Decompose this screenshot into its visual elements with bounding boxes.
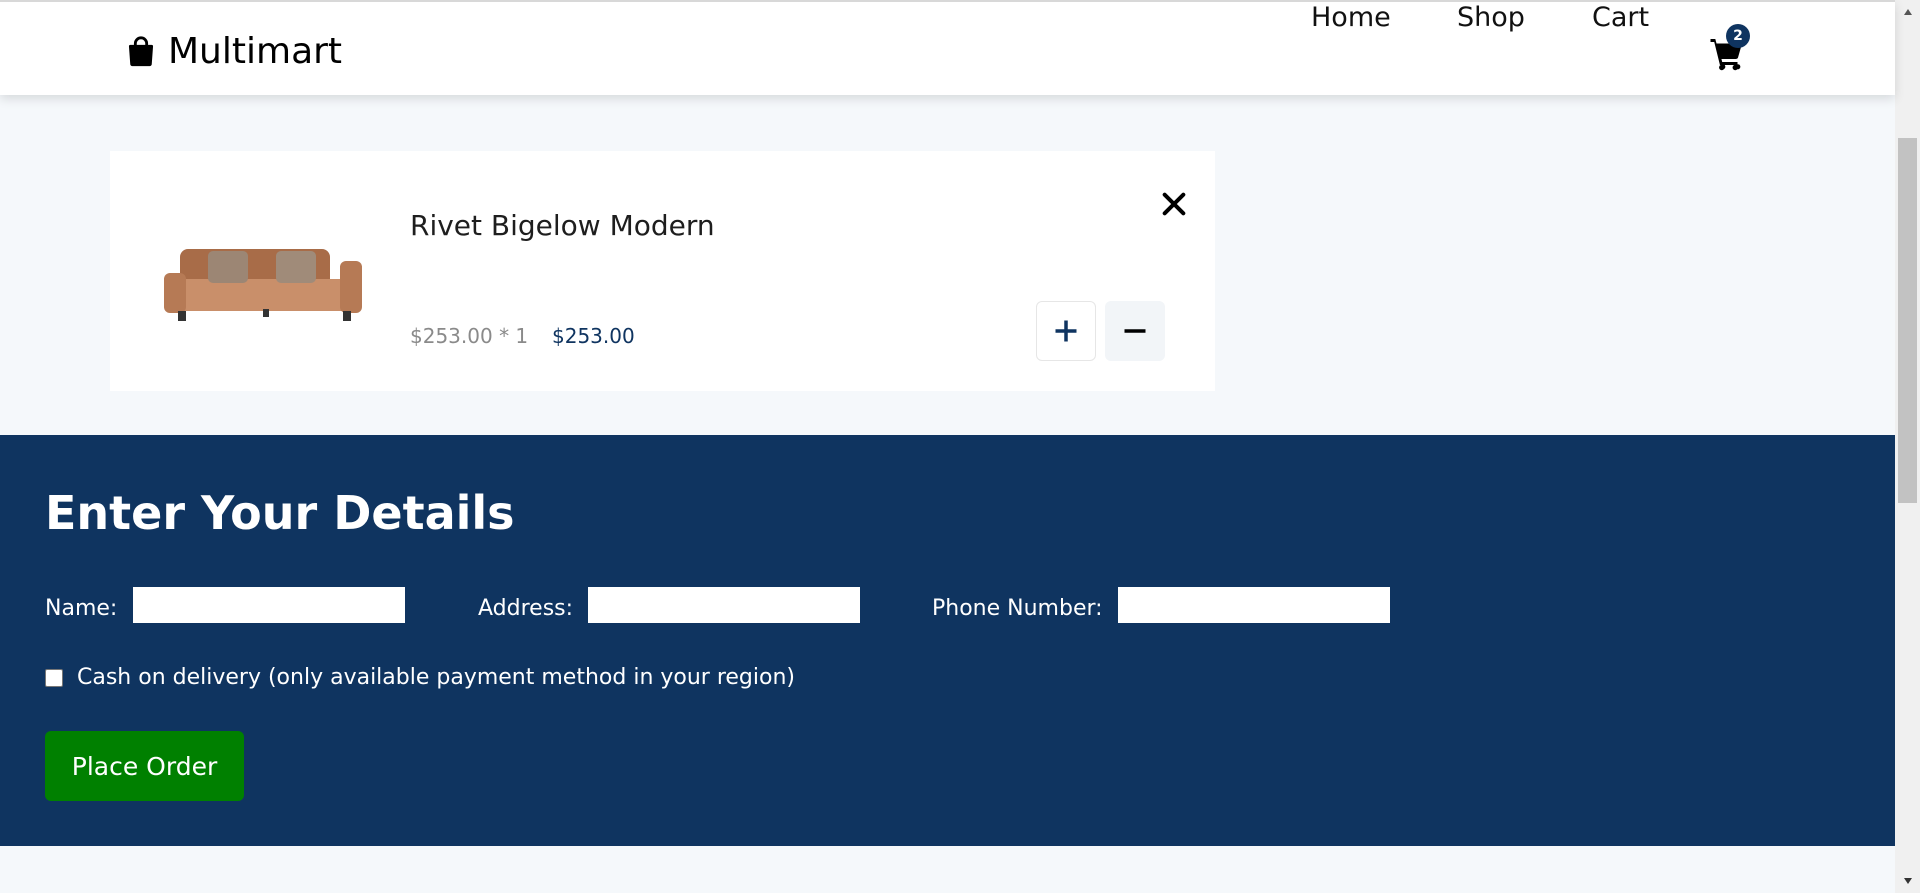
details-heading: Enter Your Details <box>45 486 515 540</box>
scroll-up-arrow-icon[interactable] <box>1895 2 1920 22</box>
remove-item-button[interactable] <box>1157 187 1191 221</box>
vertical-scrollbar[interactable] <box>1895 0 1920 893</box>
cod-option: Cash on delivery (only available payment… <box>45 663 795 693</box>
name-label: Name: <box>45 596 118 621</box>
brand-logo[interactable]: Multimart <box>124 32 342 72</box>
cod-label: Cash on delivery (only available payment… <box>77 665 795 690</box>
plus-icon <box>1055 320 1077 342</box>
close-icon <box>1162 192 1186 216</box>
nav-cart-link[interactable]: Cart <box>1592 2 1649 34</box>
product-name: Rivet Bigelow Modern <box>410 209 715 242</box>
cart-item-card: Rivet Bigelow Modern $253.00 * 1 $253.00 <box>110 151 1215 391</box>
place-order-button[interactable]: Place Order <box>45 731 244 801</box>
scrollbar-thumb[interactable] <box>1898 138 1917 503</box>
phone-input[interactable] <box>1118 587 1390 623</box>
phone-label: Phone Number: <box>932 596 1103 621</box>
minus-icon <box>1124 329 1146 333</box>
address-label: Address: <box>478 596 574 621</box>
cart-count-badge: 2 <box>1726 24 1750 48</box>
sofa-product-image <box>164 249 362 321</box>
brand-name: Multimart <box>168 31 343 72</box>
decrease-quantity-button[interactable] <box>1105 301 1165 361</box>
order-details-section: Enter Your Details Name: Address: Phone … <box>0 435 1895 846</box>
nav-home-link[interactable]: Home <box>1311 2 1391 34</box>
scroll-down-arrow-icon[interactable] <box>1895 871 1920 891</box>
shopping-bag-icon <box>128 36 154 67</box>
item-total-price: $253.00 <box>552 324 635 348</box>
unit-price-quantity: $253.00 * 1 <box>410 324 529 348</box>
site-header: Multimart Home Shop Cart 2 <box>0 0 1895 95</box>
increase-quantity-button[interactable] <box>1036 301 1096 361</box>
page: Multimart Home Shop Cart 2 Rivet Bigelow… <box>0 0 1920 893</box>
address-input[interactable] <box>588 587 860 623</box>
cod-checkbox[interactable] <box>45 669 63 687</box>
name-input[interactable] <box>133 587 405 623</box>
cart-icon-button[interactable]: 2 <box>1709 24 1750 76</box>
nav-shop-link[interactable]: Shop <box>1457 2 1525 34</box>
